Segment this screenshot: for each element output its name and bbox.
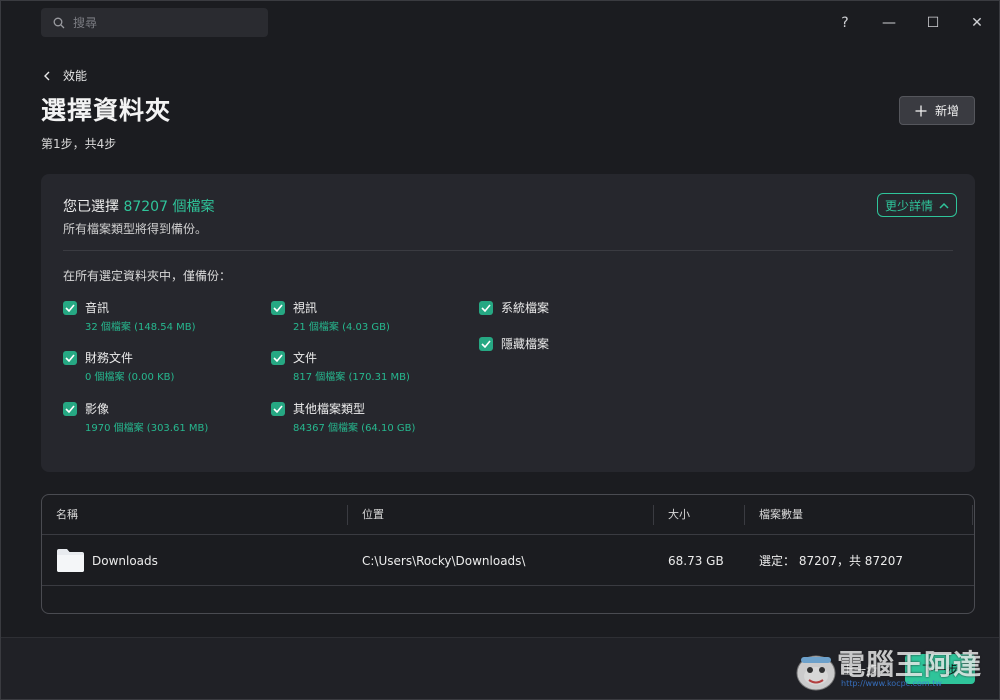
summary-subtitle: 所有檔案類型將得到備份。 [63,222,208,236]
category-name: 文件 [293,351,318,365]
selection-summary: 您已選擇 87207 個檔案 [63,196,214,216]
help-icon[interactable]: ? [823,1,867,45]
folder-location: C:\Users\Rocky\Downloads\ [362,554,526,568]
category-name: 視訊 [293,301,318,315]
column-separator[interactable] [972,505,973,525]
search-input[interactable]: 搜尋 [41,8,268,37]
add-button[interactable]: 新增 [899,96,975,125]
add-button-label: 新增 [934,104,959,118]
search-icon [53,17,65,28]
table-row[interactable]: Downloads C:\Users\Rocky\Downloads\ 68.7… [42,536,974,586]
back-label: 效能 [63,69,88,83]
category-hidden-files[interactable]: 隱藏檔案 [479,336,549,352]
toggle-details-button[interactable]: 更少詳情 [877,193,957,217]
app-window: 搜尋 ? — ☐ ✕ 效能 選擇資料夾 第1步，共4步 新增 您已選擇 8720… [0,0,1000,700]
toggle-details-label: 更少詳情 [884,198,933,213]
column-separator[interactable] [347,505,348,525]
checkbox-checked-icon[interactable] [271,351,285,365]
close-icon[interactable]: ✕ [955,1,999,45]
checkbox-checked-icon[interactable] [63,301,77,315]
checkbox-checked-icon[interactable] [271,301,285,315]
plus-icon [915,105,927,116]
search-placeholder: 搜尋 [73,16,98,30]
category-documents[interactable]: 文件 817 個檔案 (170.31 MB) [271,350,410,383]
category-other[interactable]: 其他檔案類型 84367 個檔案 (64.10 GB) [271,401,415,434]
category-detail: 21 個檔案 (4.03 GB) [293,322,390,333]
divider [63,250,953,251]
category-detail: 32 個檔案 (148.54 MB) [85,322,196,333]
category-name: 其他檔案類型 [293,402,366,416]
mascot-logo-icon [796,655,836,691]
category-name: 影像 [85,402,110,416]
maximize-icon[interactable]: ☐ [911,1,955,45]
selection-card: 您已選擇 87207 個檔案 所有檔案類型將得到備份。 更少詳情 在所有選定資料… [41,174,975,472]
folder-icon [57,549,84,572]
chevron-up-icon [939,202,949,209]
column-separator[interactable] [653,505,654,525]
category-audio[interactable]: 音訊 32 個檔案 (148.54 MB) [63,300,196,333]
watermark: 電腦王阿達 http://www.kocpc.com.tw [793,641,993,697]
window-controls: ? — ☐ ✕ [823,1,999,45]
category-name: 音訊 [85,301,110,315]
column-header-file-count[interactable]: 檔案數量 [759,495,803,535]
category-images[interactable]: 影像 1970 個檔案 (303.61 MB) [63,401,208,434]
page-title: 選擇資料夾 [41,96,172,125]
checkbox-checked-icon[interactable] [63,351,77,365]
summary-prefix: 您已選擇 [63,199,119,215]
folder-table: 名稱 位置 大小 檔案數量 Downloads C:\Users\Rocky\D… [41,494,975,614]
checkbox-checked-icon[interactable] [479,301,493,315]
watermark-text: 電腦王阿達 [837,648,983,681]
folder-size: 68.73 GB [668,554,724,568]
selected-count: 87207 個檔案 [123,199,215,215]
category-name: 系統檔案 [501,301,550,315]
backup-only-label: 在所有選定資料夾中，僅備份： [63,269,232,283]
category-video[interactable]: 視訊 21 個檔案 (4.03 GB) [271,300,390,333]
category-name: 隱藏檔案 [501,337,550,351]
checkbox-checked-icon[interactable] [479,337,493,351]
column-header-name[interactable]: 名稱 [56,495,78,535]
category-system-files[interactable]: 系統檔案 [479,300,549,316]
column-separator[interactable] [744,505,745,525]
category-name: 財務文件 [85,351,134,365]
category-detail: 817 個檔案 (170.31 MB) [293,372,410,383]
checkbox-checked-icon[interactable] [63,402,77,416]
chevron-left-icon [44,71,50,80]
checkbox-checked-icon[interactable] [271,402,285,416]
category-detail: 84367 個檔案 (64.10 GB) [293,423,416,434]
step-indicator: 第1步，共4步 [41,137,117,151]
category-financial[interactable]: 財務文件 0 個檔案 (0.00 KB) [63,350,174,383]
folder-file-count: 選定： 87207，共 87207 [759,554,903,568]
watermark-url: http://www.kocpc.com.tw [841,679,942,688]
column-header-location[interactable]: 位置 [362,495,384,535]
back-link[interactable]: 效能 [43,67,87,84]
folder-name: Downloads [92,554,158,568]
minimize-icon[interactable]: — [867,1,911,45]
category-detail: 0 個檔案 (0.00 KB) [85,372,175,383]
category-detail: 1970 個檔案 (303.61 MB) [85,423,209,434]
column-header-size[interactable]: 大小 [668,495,690,535]
table-header: 名稱 位置 大小 檔案數量 [42,495,974,535]
